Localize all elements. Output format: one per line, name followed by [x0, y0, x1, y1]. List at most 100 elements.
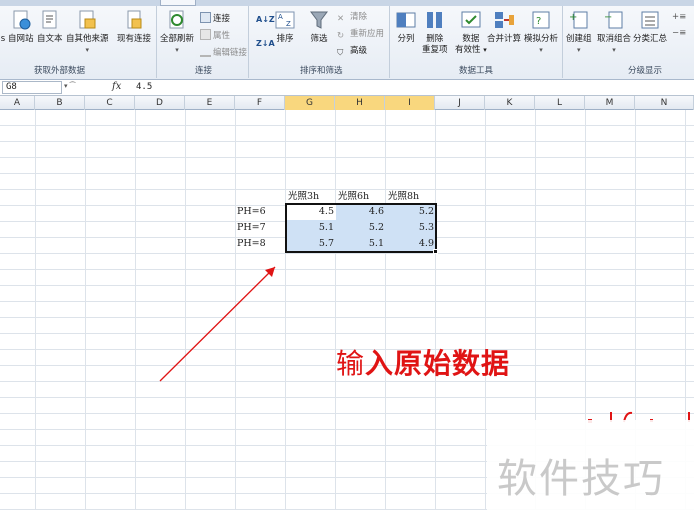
column-header-k[interactable]: K: [485, 96, 535, 110]
column-header-m[interactable]: M: [585, 96, 635, 110]
group-separator: [248, 6, 249, 78]
table-cell[interactable]: 5.2: [336, 220, 386, 236]
from-text-button[interactable]: 自文本: [37, 9, 63, 45]
fx-icon[interactable]: fx: [112, 81, 121, 92]
remove-duplicates-label-line2: 重复项: [422, 45, 448, 55]
text-to-columns-icon: [395, 9, 417, 31]
sort-descending-button[interactable]: Z↓A: [256, 38, 275, 49]
data-validation-icon: [460, 9, 482, 31]
refresh-all-button[interactable]: 全部刷新 ▾: [160, 9, 194, 56]
from-access-button[interactable]: s: [0, 9, 6, 45]
svg-text:Z: Z: [286, 20, 291, 28]
name-box-dropdown-icon[interactable]: ▾ ⁀: [64, 82, 75, 90]
properties-button[interactable]: 属性: [200, 29, 230, 42]
connections-icon: [200, 12, 211, 23]
column-header-b[interactable]: B: [35, 96, 85, 110]
dropdown-arrow-icon: ▾: [612, 46, 616, 54]
show-detail-icon[interactable]: +≡: [672, 12, 686, 23]
group-label-connections: 连接: [195, 66, 213, 76]
other-sources-icon: [76, 9, 98, 31]
column-header-a[interactable]: A: [0, 96, 35, 110]
red-arrow-icon: [159, 266, 276, 382]
table-cell[interactable]: 4.9: [386, 236, 436, 252]
what-if-analysis-button[interactable]: ? 模拟分析 ▾: [524, 9, 558, 56]
sort-button[interactable]: AZ 排序: [274, 9, 296, 45]
column-header-n[interactable]: N: [635, 96, 694, 110]
annotation-text: 输入原始数据: [336, 347, 511, 380]
advanced-filter-icon: ⛉: [337, 48, 344, 58]
column-header-d[interactable]: D: [135, 96, 185, 110]
table-row-label[interactable]: PH=6: [237, 204, 266, 220]
existing-connections-icon: [123, 9, 145, 31]
group-separator: [156, 6, 157, 78]
formula-bar: G8 ▾ ⁀ fx 4.5: [0, 80, 694, 96]
fill-handle[interactable]: [433, 249, 438, 254]
sort-ascending-button[interactable]: A↓Z: [256, 14, 275, 25]
table-cell-active[interactable]: 4.5: [286, 204, 336, 220]
column-headers: A B C D E F G H I J K L M N: [0, 96, 694, 110]
name-box[interactable]: G8: [2, 81, 62, 94]
text-file-icon: [39, 9, 61, 31]
column-header-j[interactable]: J: [435, 96, 485, 110]
column-header-g[interactable]: G: [285, 96, 335, 110]
group-icon: +: [568, 9, 590, 31]
table-row-label[interactable]: PH=7: [237, 220, 266, 236]
ribbon: s 自网站 自文本 自其他来源 ▾ 现有连接 获取外部数据 全部刷新 ▾ 连接 …: [0, 0, 694, 80]
sort-descending-icon: Z↓A: [256, 39, 275, 48]
watermark: 软件技巧: [487, 420, 694, 510]
table-cell[interactable]: 5.1: [286, 220, 336, 236]
ribbon-tab-strip: [0, 0, 694, 6]
sort-ascending-icon: A↓Z: [256, 15, 275, 24]
hide-detail-icon[interactable]: −≡: [672, 28, 686, 39]
ungroup-button[interactable]: − 取消组合 ▾: [597, 9, 631, 56]
table-cell[interactable]: 5.7: [286, 236, 336, 252]
web-icon: [10, 9, 32, 31]
advanced-filter-button[interactable]: ⛉ 高级: [337, 46, 367, 59]
table-cell[interactable]: 5.3: [386, 220, 436, 236]
subtotal-button[interactable]: 分类汇总: [633, 9, 667, 45]
cell-area[interactable]: 光照3h 光照6h 光照8h PH=6 PH=7 PH=8 4.5 4.6 5.…: [0, 110, 694, 510]
group-separator: [562, 6, 563, 78]
group-separator: [389, 6, 390, 78]
filter-button[interactable]: 筛选: [308, 9, 330, 45]
edit-links-button[interactable]: 编辑链接: [200, 46, 247, 59]
reapply-button[interactable]: ↻ 重新应用: [337, 29, 384, 42]
worksheet-grid[interactable]: A B C D E F G H I J K L M N 光照3h 光照6h 光照…: [0, 96, 694, 510]
formula-input[interactable]: 4.5: [136, 82, 152, 92]
table-row-label[interactable]: PH=8: [237, 236, 266, 252]
column-header-i[interactable]: I: [385, 96, 435, 110]
from-web-button[interactable]: 自网站: [8, 9, 34, 45]
column-header-l[interactable]: L: [535, 96, 585, 110]
text-to-columns-button[interactable]: 分列: [395, 9, 417, 45]
table-cell[interactable]: 5.1: [336, 236, 386, 252]
column-header-f[interactable]: F: [235, 96, 285, 110]
group-label-data-tools: 数据工具: [459, 66, 494, 76]
access-icon: [0, 9, 6, 31]
remove-duplicates-button[interactable]: 删除 重复项: [422, 9, 448, 56]
column-header-h[interactable]: H: [335, 96, 385, 110]
table-header-cell[interactable]: 光照8h: [388, 189, 419, 205]
table-header-cell[interactable]: 光照6h: [338, 189, 369, 205]
data-validation-button[interactable]: 数据 有效性 ▾: [455, 9, 487, 56]
svg-text:?: ?: [536, 16, 541, 27]
column-header-c[interactable]: C: [85, 96, 135, 110]
clear-filter-icon: ✕: [337, 14, 345, 24]
clear-filter-button[interactable]: ✕ 清除: [337, 12, 367, 25]
svg-text:+: +: [569, 12, 577, 23]
existing-connections-button[interactable]: 现有连接: [117, 9, 151, 45]
from-other-sources-button[interactable]: 自其他来源 ▾: [66, 9, 109, 56]
dropdown-arrow-icon: ▾: [539, 46, 543, 54]
group-button[interactable]: + 创建组 ▾: [566, 9, 592, 56]
consolidate-button[interactable]: 合并计算: [487, 9, 521, 45]
group-label-external-data: 获取外部数据: [34, 66, 86, 76]
tab-data[interactable]: [160, 0, 196, 6]
ungroup-icon: −: [603, 9, 625, 31]
column-header-e[interactable]: E: [185, 96, 235, 110]
data-validation-label-line2: 有效性 ▾: [455, 45, 487, 55]
dropdown-arrow-icon: ▾: [577, 46, 581, 54]
table-cell[interactable]: 5.2: [386, 204, 436, 220]
table-cell[interactable]: 4.6: [336, 204, 386, 220]
subtotal-icon: [639, 9, 661, 31]
connections-button[interactable]: 连接: [200, 12, 230, 25]
table-header-cell[interactable]: 光照3h: [288, 189, 319, 205]
